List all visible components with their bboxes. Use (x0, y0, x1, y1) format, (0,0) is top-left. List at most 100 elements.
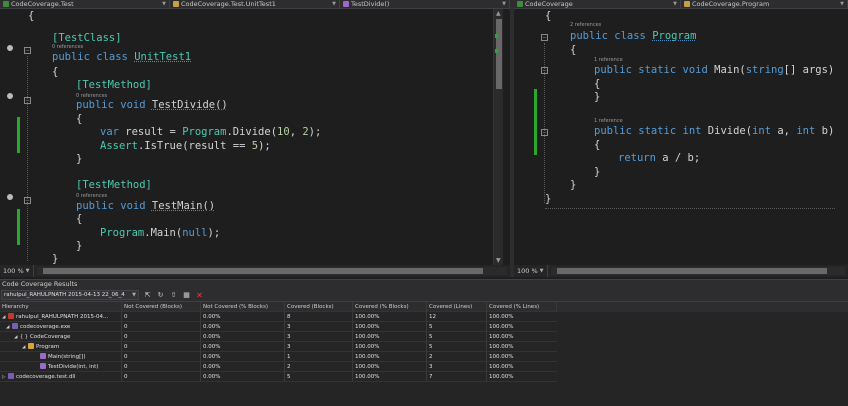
code-line: { (28, 10, 35, 22)
method-icon (40, 363, 46, 369)
hierarchy-cell: ◢ rahulpul_RAHULPNATH 2015-04... (0, 312, 122, 322)
code-line: public static int Divide(int a, int b) (594, 125, 835, 137)
zoom-level: 100 % (3, 267, 24, 275)
code-line: } (570, 179, 577, 191)
metric-cell: 8 (285, 312, 353, 322)
metric-cell: 0.00% (201, 362, 285, 372)
column-header[interactable]: Covered (% Lines) (487, 302, 557, 312)
code-line: { (52, 66, 59, 78)
column-header[interactable]: Not Covered (% Blocks) (201, 302, 285, 312)
code-line: } (545, 193, 552, 205)
table-row[interactable]: Main(string[]) 0 0.00% 1 100.00% 2 100.00% (0, 352, 848, 362)
chevron-down-icon: ▼ (539, 268, 544, 274)
code-line: Assert.IsTrue(result == 5); (100, 140, 271, 152)
code-line: Program.Main(null); (100, 227, 221, 239)
scroll-down-icon[interactable]: ▼ (496, 257, 501, 264)
codelens-references[interactable]: 2 references (570, 22, 601, 28)
table-row[interactable]: ◢ rahulpul_RAHULPNATH 2015-04... 0 0.00% 8 10… (0, 312, 848, 322)
chevron-down-icon: ▼ (25, 268, 30, 274)
zoom-dropdown[interactable]: 100 % ▼ (514, 265, 548, 277)
column-header[interactable]: Covered (% Blocks) (353, 302, 427, 312)
codelens-references[interactable]: 1 reference (594, 118, 623, 124)
left-editor-status: 100 % ▼ (0, 265, 510, 277)
chevron-down-icon: ▼ (840, 1, 844, 7)
method-icon (343, 1, 349, 7)
chevron-down-icon: ▼ (673, 1, 677, 7)
hierarchy-label: codecoverage.exe (20, 324, 71, 330)
table-row[interactable]: ▷ codecoverage.test.dll 0 0.00% 5 100.00% 7 100… (0, 372, 848, 382)
csharp-project-icon (3, 1, 9, 7)
codelens-references[interactable]: 1 reference (594, 57, 623, 63)
member-name: TestDivide() (351, 0, 390, 8)
class-dropdown[interactable]: CodeCoverage.Program ▼ (681, 0, 848, 8)
metric-cell: 0 (122, 312, 201, 322)
metric-cell: 0.00% (201, 322, 285, 332)
metric-cell: 0 (122, 362, 201, 372)
coloring-icon[interactable]: ▦ (182, 291, 191, 300)
code-coverage-results-panel: Code Coverage Results rahulpul_RAHULPNAT… (0, 279, 848, 406)
zoom-dropdown[interactable]: 100 % ▼ (0, 265, 34, 277)
hierarchy-label: codecoverage.test.dll (16, 374, 76, 380)
left-code-editor[interactable]: − − − { [TestClass] 0 references public … (0, 9, 510, 265)
metric-cell: 3 (285, 342, 353, 352)
hierarchy-label: rahulpul_RAHULPNATH 2015-04... (16, 314, 109, 320)
metric-cell: 3 (285, 332, 353, 342)
outline-guide (27, 56, 28, 261)
code-line: { (594, 78, 601, 90)
code-line: { (76, 213, 83, 225)
column-header[interactable]: Covered (Blocks) (285, 302, 353, 312)
column-header[interactable]: Covered (Lines) (427, 302, 487, 312)
selected-run: rahulpul_RAHULPNATH 2015-04-13 22_06_4 (4, 292, 125, 298)
class-icon (684, 1, 690, 7)
code-line: public class Program (570, 30, 697, 42)
assembly-icon (8, 373, 14, 379)
table-row[interactable]: ◢ Program 0 0.00% 3 100.00% 5 100.00% (0, 342, 848, 352)
coverage-bar (17, 209, 20, 245)
horizontal-scrollbar[interactable] (550, 267, 845, 275)
vertical-scrollbar[interactable]: ▲ ▼ (493, 9, 503, 265)
codelens-references[interactable]: 0 references (52, 44, 83, 50)
member-dropdown[interactable]: TestDivide() ▼ (340, 0, 510, 8)
codelens-references[interactable]: 0 references (76, 193, 107, 199)
collapse-icon[interactable]: − (24, 47, 31, 54)
table-row[interactable]: ◢ codecoverage.exe 0 0.00% 3 100.00% 5 100.00% (0, 322, 848, 332)
chevron-down-icon: ▼ (162, 1, 166, 7)
import-results-icon[interactable]: ⇱ (143, 291, 152, 300)
class-icon (28, 343, 34, 349)
project-dropdown[interactable]: CodeCoverage ▼ (514, 0, 681, 8)
scroll-thumb[interactable] (496, 19, 502, 89)
coverage-run-select[interactable]: rahulpul_RAHULPNATH 2015-04-13 22_06_4 ▼ (1, 290, 139, 300)
column-header[interactable]: Not Covered (Blocks) (122, 302, 201, 312)
hierarchy-cell: TestDivide(int, int) (0, 362, 122, 372)
project-name: CodeCoverage (525, 0, 573, 8)
code-line: { (545, 10, 552, 22)
metric-cell: 5 (427, 332, 487, 342)
project-dropdown[interactable]: CodeCoverage.Test ▼ (0, 0, 170, 8)
class-dropdown[interactable]: CodeCoverage.Test.UnitTest1 ▼ (170, 0, 340, 8)
metric-cell: 100.00% (353, 352, 427, 362)
code-line: } (52, 253, 59, 265)
metric-cell: 12 (427, 312, 487, 322)
code-line: } (594, 91, 601, 103)
hierarchy-cell: ◢ codecoverage.exe (0, 322, 122, 332)
horizontal-scrollbar[interactable] (36, 267, 507, 275)
metric-cell: 5 (427, 322, 487, 332)
scroll-thumb[interactable] (556, 268, 827, 274)
export-results-icon[interactable]: ⇧ (169, 291, 178, 300)
chevron-down-icon: ▼ (502, 1, 506, 7)
right-code-editor[interactable]: − − − { 2 references public class Progra… (514, 9, 848, 265)
scroll-up-icon[interactable]: ▲ (496, 10, 501, 17)
remove-results-icon[interactable]: ✕ (195, 291, 204, 300)
coverage-bar (17, 117, 20, 153)
code-line: } (76, 153, 83, 165)
collapse-icon[interactable]: − (541, 34, 548, 41)
column-header[interactable]: Hierarchy (0, 302, 122, 312)
metric-cell: 0 (122, 332, 201, 342)
table-row[interactable]: TestDivide(int, int) 0 0.00% 2 100.00% 3 100.0… (0, 362, 848, 372)
code-line: return a / b; (618, 152, 701, 164)
scroll-thumb[interactable] (42, 268, 483, 274)
metric-cell: 2 (285, 362, 353, 372)
table-row[interactable]: ◢{ } CodeCoverage 0 0.00% 3 100.00% 5 100.00% (0, 332, 848, 342)
metric-cell: 100.00% (487, 322, 557, 332)
refresh-icon[interactable]: ↻ (156, 291, 165, 300)
